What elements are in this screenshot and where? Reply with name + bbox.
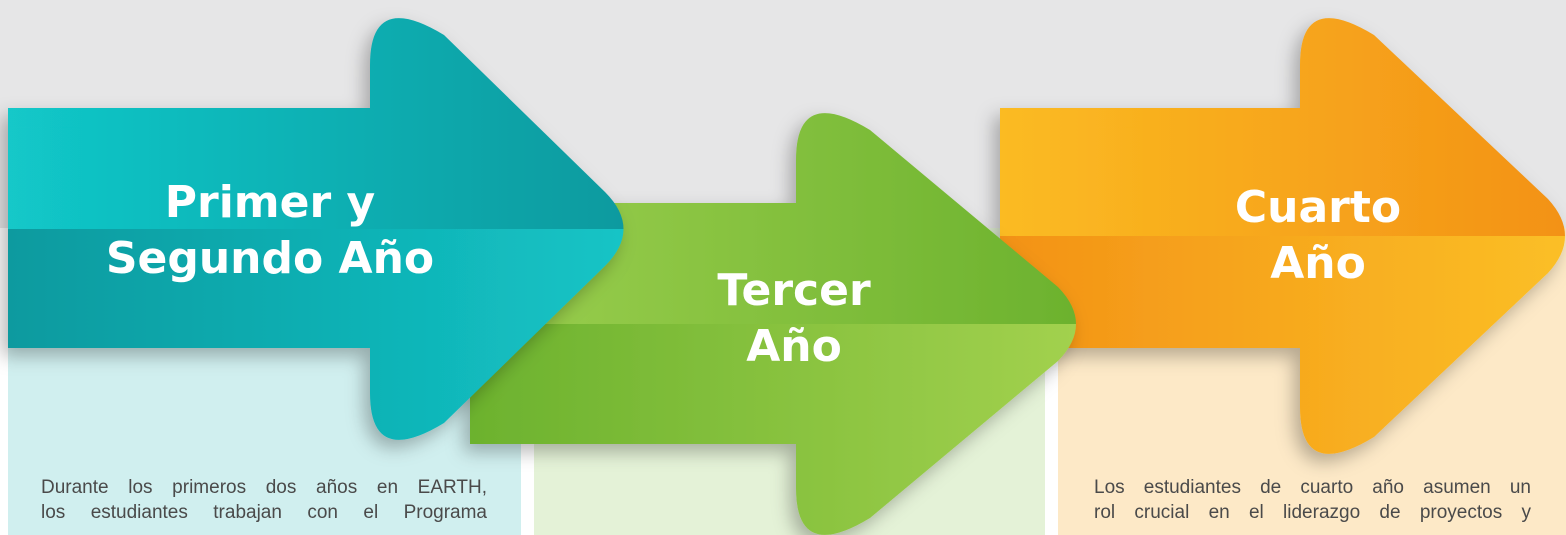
stage-1-description-line-1: Durante los primeros dos años en EARTH, <box>41 477 487 498</box>
stage-1-description-line-2: los estudiantes trabajan con el Programa <box>41 502 487 523</box>
stage-2-title-line-1: Tercer <box>717 265 871 316</box>
stage-3-description-line-2: rol crucial en el liderazgo de proyectos… <box>1094 502 1531 523</box>
stage-1-title: Primer y Segundo Año <box>20 175 520 287</box>
stage-3-title-line-2: Año <box>1270 238 1366 289</box>
stage-1-description: Durante los primeros dos años en EARTH, … <box>41 475 487 525</box>
stage-3-title: Cuarto Año <box>1118 180 1518 292</box>
stage-3-description: Los estudiantes de cuarto año asumen un … <box>1094 475 1531 525</box>
stage-3-description-line-1: Los estudiantes de cuarto año asumen un <box>1094 477 1531 498</box>
stage-2-title-line-2: Año <box>746 321 842 372</box>
stage-1-title-line-1: Primer y <box>164 177 376 228</box>
stage-1-title-line-2: Segundo Año <box>105 233 435 284</box>
stage-3-title-line-1: Cuarto <box>1234 182 1402 233</box>
stage-2-title: Tercer Año <box>594 263 994 375</box>
